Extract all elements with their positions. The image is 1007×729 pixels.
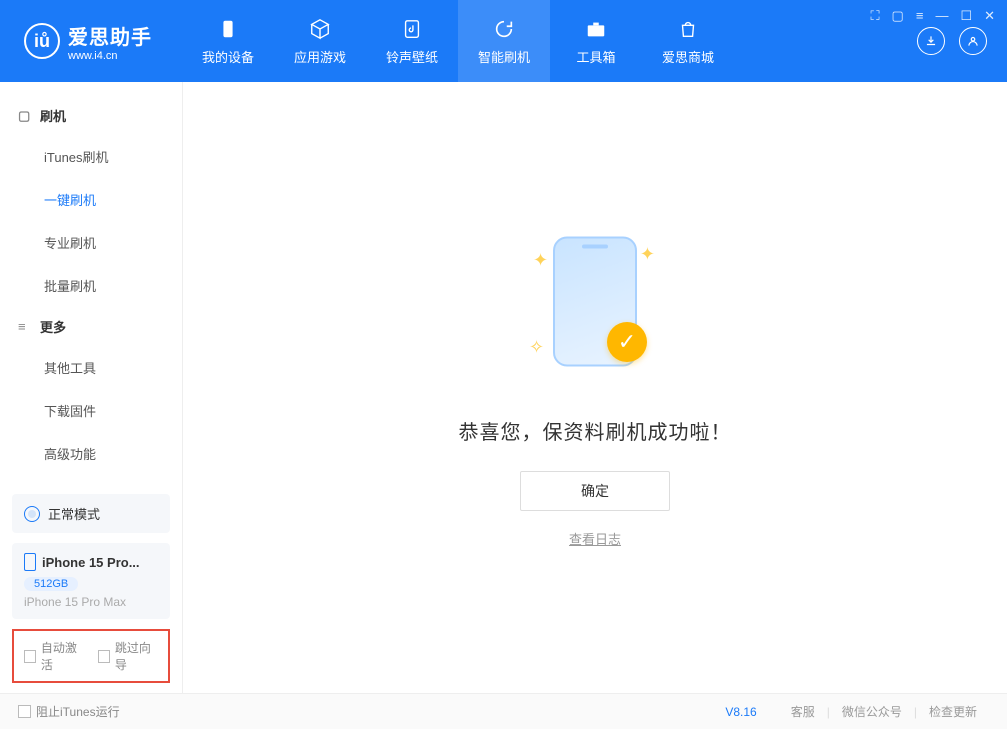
app-title: 爱思助手 <box>68 21 152 50</box>
footer: 阻止iTunes运行 V8.16 客服 | 微信公众号 | 检查更新 <box>0 693 1007 729</box>
checkbox-icon <box>24 650 36 663</box>
main-content: ✦ ✦ ✧ ✓ 恭喜您，保资料刷机成功啦！ 确定 查看日志 <box>183 82 1007 693</box>
device-icon <box>216 17 240 41</box>
checkbox-block-itunes[interactable]: 阻止iTunes运行 <box>18 703 120 720</box>
nav-label: 工具箱 <box>576 47 615 66</box>
mode-box[interactable]: 正常模式 <box>12 494 170 533</box>
music-icon <box>400 17 424 41</box>
sidebar-item-advanced[interactable]: 高级功能 <box>0 432 182 475</box>
version-label: V8.16 <box>725 705 756 719</box>
sparkle-icon: ✧ <box>529 337 544 358</box>
device-name: iPhone 15 Pro... <box>24 553 158 571</box>
phone-icon[interactable]: ▢ <box>892 8 904 24</box>
divider: | <box>827 705 830 719</box>
nav-toolbox[interactable]: 工具箱 <box>550 0 642 82</box>
ok-button[interactable]: 确定 <box>520 471 670 511</box>
nav-ringtones[interactable]: 铃声壁纸 <box>366 0 458 82</box>
footer-check-update[interactable]: 检查更新 <box>929 703 977 720</box>
briefcase-icon <box>584 17 608 41</box>
mode-indicator-icon <box>24 506 40 522</box>
footer-support[interactable]: 客服 <box>791 703 815 720</box>
sidebar: ▢ 刷机 iTunes刷机 一键刷机 专业刷机 批量刷机 ≡ 更多 其他工具 下… <box>0 82 183 693</box>
sidebar-item-oneclick[interactable]: 一键刷机 <box>0 178 182 221</box>
minimize-icon[interactable]: — <box>935 8 948 24</box>
download-button[interactable] <box>917 27 945 55</box>
checkbox-label: 自动激活 <box>41 639 84 673</box>
checkbox-label: 跳过向导 <box>115 639 158 673</box>
sidebar-item-pro[interactable]: 专业刷机 <box>0 221 182 264</box>
phone-small-icon <box>24 553 36 571</box>
header-right <box>917 27 987 55</box>
device-name-text: iPhone 15 Pro... <box>42 555 140 570</box>
section-label: 刷机 <box>40 106 66 125</box>
options-highlight: 自动激活 跳过向导 <box>12 629 170 683</box>
sparkle-icon: ✦ <box>533 250 548 271</box>
logo-icon: iů <box>24 23 60 59</box>
success-message: 恭喜您，保资料刷机成功啦！ <box>459 416 732 445</box>
sidebar-item-othertools[interactable]: 其他工具 <box>0 346 182 389</box>
sidebar-item-batch[interactable]: 批量刷机 <box>0 264 182 307</box>
close-icon[interactable]: ✕ <box>984 8 995 24</box>
checkbox-icon <box>18 705 31 718</box>
nav-label: 我的设备 <box>202 47 254 66</box>
sidebar-item-itunes[interactable]: iTunes刷机 <box>0 135 182 178</box>
nav-my-device[interactable]: 我的设备 <box>182 0 274 82</box>
checkbox-skip-wizard[interactable]: 跳过向导 <box>98 639 158 673</box>
cube-icon <box>308 17 332 41</box>
divider: | <box>914 705 917 719</box>
crop-icon[interactable]: ⛶ <box>870 8 879 24</box>
section-label: 更多 <box>40 317 66 336</box>
nav-store[interactable]: 爱思商城 <box>642 0 734 82</box>
checkbox-auto-activate[interactable]: 自动激活 <box>24 639 84 673</box>
header: iů 爱思助手 www.i4.cn 我的设备 应用游戏 铃声壁纸 智能刷机 <box>0 0 1007 82</box>
checkbox-label: 阻止iTunes运行 <box>36 703 120 720</box>
nav-label: 智能刷机 <box>478 47 530 66</box>
phone-outline-icon: ▢ <box>18 108 32 124</box>
user-button[interactable] <box>959 27 987 55</box>
device-box[interactable]: iPhone 15 Pro... 512GB iPhone 15 Pro Max <box>12 543 170 619</box>
maximize-icon[interactable]: ☐ <box>960 8 972 24</box>
nav-smart-flash[interactable]: 智能刷机 <box>458 0 550 82</box>
window-controls: ⛶ ▢ ≡ — ☐ ✕ <box>870 8 995 24</box>
refresh-icon <box>492 17 516 41</box>
sparkle-icon: ✦ <box>640 244 655 265</box>
view-log-link[interactable]: 查看日志 <box>569 529 621 548</box>
sidebar-item-firmware[interactable]: 下载固件 <box>0 389 182 432</box>
success-illustration: ✦ ✦ ✧ ✓ <box>515 228 675 388</box>
checkbox-icon <box>98 650 110 663</box>
app-url: www.i4.cn <box>68 50 152 62</box>
nav-apps[interactable]: 应用游戏 <box>274 0 366 82</box>
logo-area: iů 爱思助手 www.i4.cn <box>24 21 152 62</box>
bag-icon <box>676 17 700 41</box>
mode-label: 正常模式 <box>48 504 100 523</box>
sidebar-section-more: ≡ 更多 <box>0 307 182 346</box>
device-fullname: iPhone 15 Pro Max <box>24 595 158 609</box>
top-nav: 我的设备 应用游戏 铃声壁纸 智能刷机 工具箱 爱思商城 <box>182 0 734 82</box>
menu-lines-icon: ≡ <box>18 319 32 334</box>
menu-icon[interactable]: ≡ <box>916 8 924 24</box>
success-check-icon: ✓ <box>607 322 647 362</box>
nav-label: 应用游戏 <box>294 47 346 66</box>
nav-label: 铃声壁纸 <box>386 47 438 66</box>
storage-badge: 512GB <box>24 577 78 591</box>
footer-wechat[interactable]: 微信公众号 <box>842 703 902 720</box>
nav-label: 爱思商城 <box>662 47 714 66</box>
sidebar-section-flash: ▢ 刷机 <box>0 96 182 135</box>
